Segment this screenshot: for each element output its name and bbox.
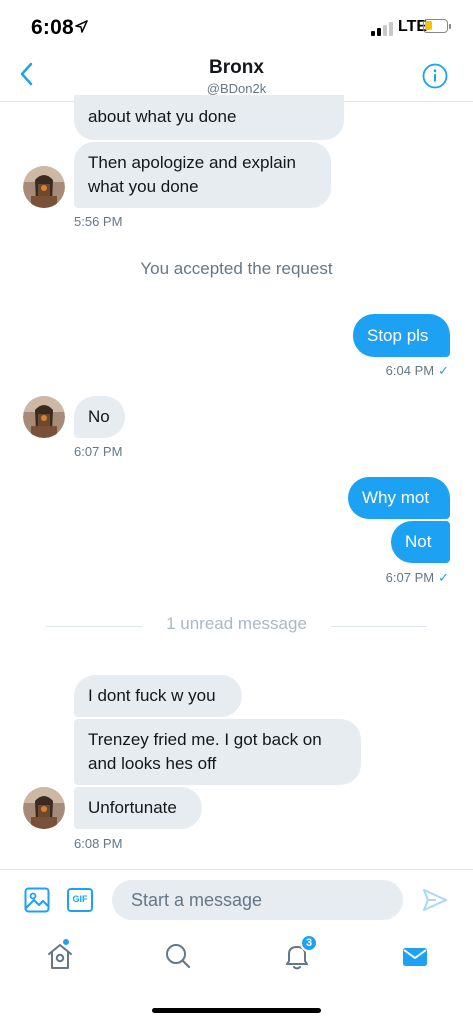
message-bubble-received[interactable]: Then apologize and explain what you done xyxy=(74,142,331,208)
message-bubble-sent[interactable]: Stop pls xyxy=(353,314,450,357)
message-text: Trenzey fried me. I got back on xyxy=(88,730,322,749)
home-indicator xyxy=(152,1008,321,1013)
message-text: Why mot xyxy=(362,488,430,507)
mail-icon xyxy=(403,948,427,966)
message-bubble-received[interactable]: about what yu done xyxy=(74,95,344,140)
message-bubble-received[interactable]: Unfortunate xyxy=(74,787,202,829)
info-icon[interactable] xyxy=(422,63,448,89)
request-accepted-notice: You accepted the request xyxy=(140,259,333,278)
message-text: and looks hes off xyxy=(88,754,217,773)
message-text: Stop pls xyxy=(367,326,429,345)
timestamp-text: 6:04 PM xyxy=(385,363,435,378)
search-icon xyxy=(166,944,191,969)
message-timestamp: 6:07 PM ✓ xyxy=(300,570,449,586)
avatar[interactable] xyxy=(23,396,65,438)
message-timestamp: 6:07 PM xyxy=(74,444,123,459)
message-text: No xyxy=(88,407,110,426)
message-text: Not xyxy=(405,532,432,551)
status-time: 6:08 xyxy=(31,16,74,39)
message-bubble-sent[interactable]: Not xyxy=(391,521,450,563)
tab-notifications[interactable]: 3 xyxy=(282,934,318,973)
message-timestamp: 6:08 PM xyxy=(74,836,123,851)
home-new-dot xyxy=(62,938,70,946)
location-arrow-icon xyxy=(75,20,88,33)
battery-icon xyxy=(423,19,448,33)
avatar[interactable] xyxy=(23,787,65,829)
send-icon[interactable] xyxy=(422,887,448,913)
image-icon[interactable] xyxy=(24,887,50,913)
message-text: Unfortunate xyxy=(88,798,177,817)
message-bubble-received[interactable]: I dont fuck w you xyxy=(74,675,242,717)
avatar[interactable] xyxy=(23,166,65,208)
message-bubble-received[interactable]: Trenzey fried me. I got back on and look… xyxy=(74,719,361,785)
conversation-title[interactable]: Bronx xyxy=(0,57,473,79)
status-bar: 6:08 LTE xyxy=(0,0,473,52)
message-text: Then apologize and explain xyxy=(88,153,296,172)
notifications-badge: 3 xyxy=(300,934,318,952)
message-bubble-received[interactable]: No xyxy=(74,396,125,438)
divider-line xyxy=(331,626,427,627)
message-bubble-sent[interactable]: Why mot xyxy=(348,477,450,519)
battery-cap xyxy=(449,24,451,29)
message-text: about what yu done xyxy=(88,107,237,126)
message-text: what you done xyxy=(88,177,199,196)
signal-icon xyxy=(371,22,393,36)
message-timestamp: 6:04 PM ✓ xyxy=(300,363,449,379)
unread-divider: 1 unread message xyxy=(46,614,427,636)
message-text: I dont fuck w you xyxy=(88,686,216,705)
tab-search[interactable] xyxy=(163,939,193,973)
gif-icon[interactable]: GIF xyxy=(67,888,93,912)
message-composer: GIF xyxy=(0,869,473,929)
message-timestamp: 5:56 PM xyxy=(74,214,123,229)
tab-home[interactable] xyxy=(45,938,75,973)
tab-bar: 3 xyxy=(0,929,473,989)
message-input[interactable] xyxy=(112,880,403,920)
unread-label: 1 unread message xyxy=(166,614,307,633)
tab-messages[interactable] xyxy=(400,939,430,973)
read-check-icon: ✓ xyxy=(438,363,449,378)
home-icon xyxy=(48,944,72,969)
timestamp-text: 6:07 PM xyxy=(385,570,435,585)
read-check-icon: ✓ xyxy=(438,570,449,585)
conversation-handle: @BDon2k xyxy=(206,81,267,96)
